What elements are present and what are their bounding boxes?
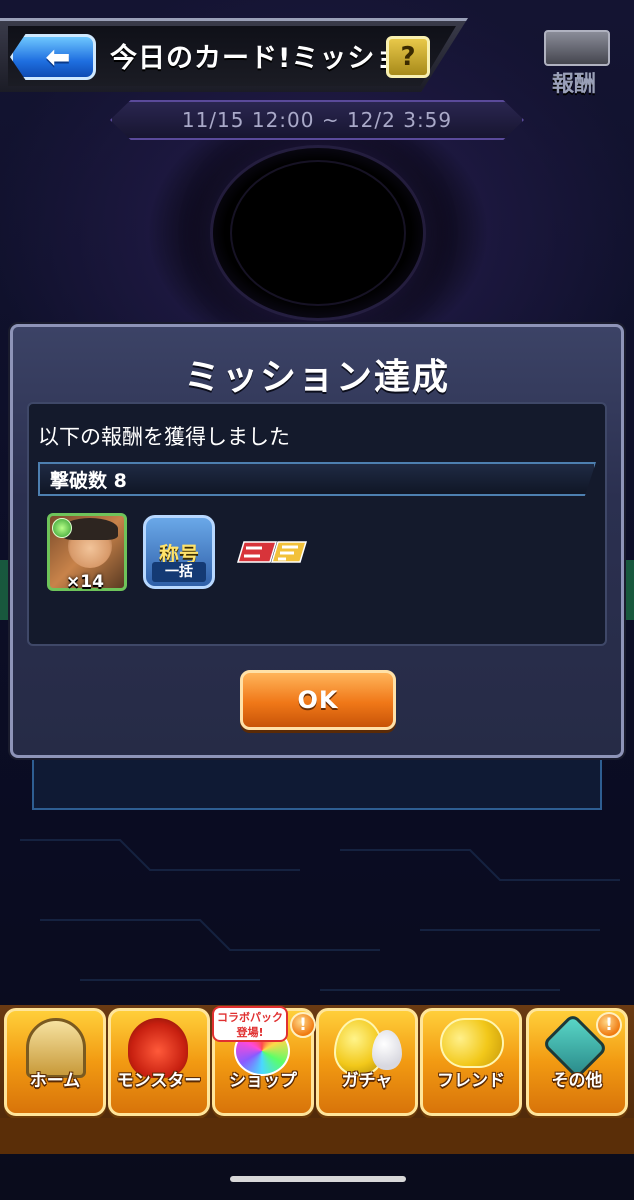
title-badge-sublabel: 一括	[152, 562, 206, 582]
dialog-message: 以下の報酬を獲得しました	[38, 425, 290, 449]
nav-friend-label: フレンド	[437, 1071, 505, 1091]
circuit-pattern	[20, 839, 620, 991]
help-button[interactable]: ?	[386, 36, 430, 78]
collab-pack-tag: コラボパック登場!	[212, 1006, 288, 1042]
help-icon: ?	[400, 42, 416, 72]
egg-white-icon	[372, 1030, 402, 1070]
nav-monster-label: モンスター	[116, 1071, 202, 1091]
reward-label: 報酬	[552, 72, 597, 97]
element-orb-icon	[52, 518, 72, 538]
background-vortex-inner	[230, 160, 406, 306]
friends-balloon-icon	[440, 1018, 504, 1068]
nav-footer-strip	[0, 1118, 634, 1154]
mission-name: 撃破数 8	[50, 470, 127, 492]
nav-home-label: ホーム	[29, 1071, 81, 1091]
briefcase-icon	[544, 30, 610, 66]
mission-period: 11/15 12:00 ~ 12/2 3:59	[181, 108, 453, 132]
arrow-left-icon: ⬅	[45, 39, 71, 75]
page-title: 今日のカード!ミッション	[110, 43, 432, 74]
nav-shop-label: ショップ	[229, 1071, 297, 1091]
home-indicator[interactable]	[230, 1176, 406, 1182]
reward-count: ×14	[66, 572, 104, 592]
ok-button[interactable]: OK	[240, 670, 396, 730]
nav-other-label: その他	[551, 1071, 603, 1091]
reward-button[interactable]: 報酬	[540, 30, 616, 98]
ok-label: OK	[297, 686, 339, 714]
dialog-title: ミッション達成	[183, 357, 450, 398]
shop-alert-icon: !	[290, 1012, 316, 1038]
sd-logo-icon	[236, 541, 308, 563]
back-button[interactable]: ⬅	[10, 34, 96, 80]
nav-gacha-label: ガチャ	[341, 1071, 393, 1091]
other-alert-icon: !	[596, 1012, 622, 1038]
